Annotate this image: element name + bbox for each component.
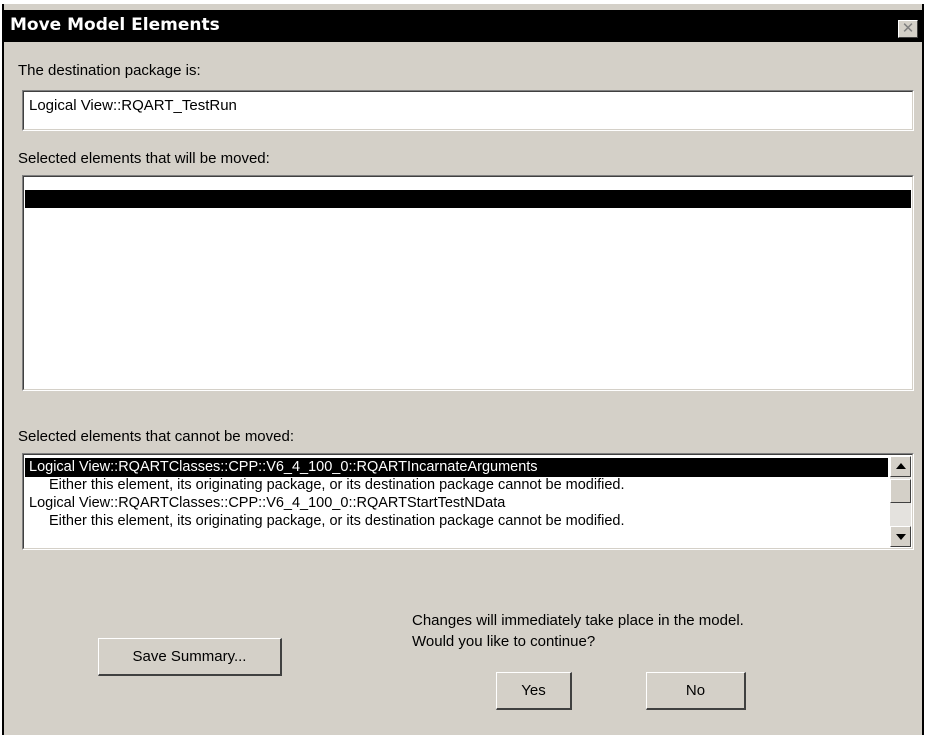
close-icon[interactable]: ✕: [898, 20, 918, 38]
no-button[interactable]: No: [646, 672, 746, 710]
scrollbar-thumb[interactable]: [890, 479, 911, 503]
destination-package-field[interactable]: Logical View::RQART_TestRun: [22, 90, 914, 131]
destination-package-value: Logical View::RQART_TestRun: [29, 97, 237, 114]
confirm-message-line2: Would you like to continue?: [412, 633, 596, 650]
unmovable-elements-label: Selected elements that cannot be moved:: [18, 428, 295, 445]
list-item[interactable]: Either this element, its originating pac…: [49, 512, 625, 531]
unmovable-elements-list[interactable]: Logical View::RQARTClasses::CPP::V6_4_10…: [22, 453, 914, 550]
yes-button[interactable]: Yes: [496, 672, 572, 710]
movable-elements-label: Selected elements that will be moved:: [18, 150, 270, 167]
list-item[interactable]: Logical View::RQARTClasses::CPP::V6_4_10…: [29, 494, 505, 513]
dialog-title: Move Model Elements: [10, 15, 220, 35]
vertical-scrollbar[interactable]: [890, 456, 911, 547]
destination-label: The destination package is:: [18, 62, 201, 79]
scroll-up-arrow-icon[interactable]: [890, 456, 911, 477]
save-summary-button[interactable]: Save Summary...: [98, 638, 282, 676]
scroll-down-arrow-icon[interactable]: [890, 526, 911, 547]
list-item[interactable]: Logical View::RQARTClasses::CPP::V6_4_10…: [25, 458, 888, 477]
confirm-message-line1: Changes will immediately take place in t…: [412, 612, 744, 629]
movable-elements-list[interactable]: [22, 175, 914, 391]
title-bar: Move Model Elements ✕: [4, 10, 922, 42]
move-model-elements-dialog: Move Model Elements ✕ The destination pa…: [2, 4, 924, 735]
selected-empty-row[interactable]: [25, 190, 911, 208]
list-item[interactable]: Either this element, its originating pac…: [49, 476, 625, 495]
